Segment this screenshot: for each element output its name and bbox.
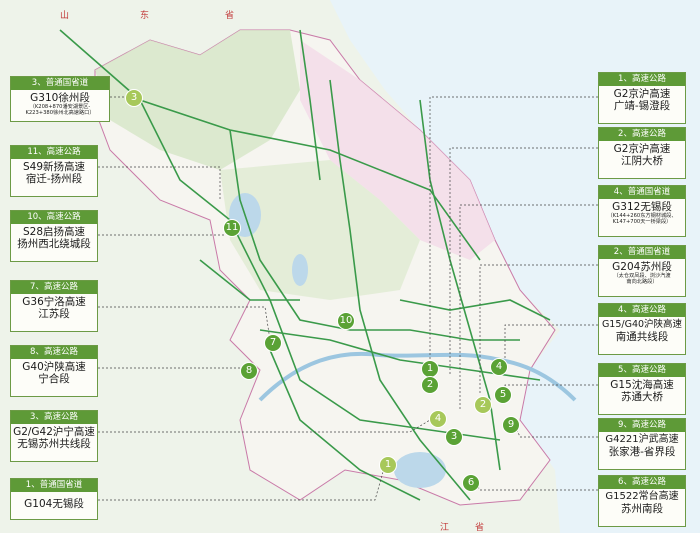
card-g2-jiangyin[interactable]: 2、高速公路 G2京沪高速 江阴大桥 — [598, 127, 686, 179]
card-subtitle: 张家港-省界段 — [608, 446, 676, 458]
card-subtitle: 扬州西北绕城段 — [17, 238, 91, 250]
card-title: G4221沪武高速 — [605, 434, 679, 445]
card-title: G1522常台高速 — [605, 491, 679, 502]
geo-label-sheng-north: 省 — [225, 11, 235, 21]
lake-gaoyou — [292, 254, 308, 286]
marker-4-road[interactable]: 4 — [429, 410, 447, 428]
card-g104[interactable]: 1、普通国省道 G104无锡段 — [10, 478, 98, 520]
card-title: G312无锡段 — [612, 201, 672, 213]
card-g4221[interactable]: 9、高速公路 G4221沪武高速 张家港-省界段 — [598, 418, 686, 470]
card-header: 1、普通国省道 — [11, 479, 97, 492]
card-subtitle: 无锡苏州共线段 — [17, 438, 91, 450]
card-subtitle: 广靖-锡澄段 — [613, 100, 671, 112]
card-header: 8、高速公路 — [11, 346, 97, 359]
card-header: 11、高速公路 — [11, 146, 97, 159]
marker-3-highway[interactable]: 3 — [445, 428, 463, 446]
card-note: 南向北路段） — [626, 279, 658, 285]
card-header: 3、高速公路 — [11, 411, 97, 424]
card-g36[interactable]: 7、高速公路 G36宁洛高速 江苏段 — [10, 280, 98, 332]
card-header: 7、高速公路 — [11, 281, 97, 294]
geo-label-jiang: 江 — [440, 523, 450, 533]
card-header: 2、普通国省道 — [599, 246, 685, 259]
geo-label-shan: 山 — [60, 11, 70, 21]
card-subtitle: 江苏段 — [38, 308, 70, 320]
card-header: 10、高速公路 — [11, 211, 97, 224]
marker-2-road[interactable]: 2 — [474, 396, 492, 414]
card-subtitle: 苏州南段 — [621, 503, 663, 515]
card-note: K223+380徐州北高速路口） — [25, 110, 95, 116]
marker-8[interactable]: 8 — [240, 362, 258, 380]
card-title: G2/G42沪宁高速 — [13, 426, 95, 438]
card-g40-ninghe[interactable]: 8、高速公路 G40沪陕高速 宁合段 — [10, 345, 98, 397]
marker-11[interactable]: 11 — [223, 219, 241, 237]
card-title: G15沈海高速 — [610, 379, 674, 391]
card-g1522[interactable]: 6、高速公路 G1522常台高速 苏州南段 — [598, 475, 686, 527]
marker-5-highway[interactable]: 5 — [494, 386, 512, 404]
geo-label-dong: 东 — [140, 11, 150, 21]
card-g15-sutong[interactable]: 5、高速公路 G15沈海高速 苏通大桥 — [598, 363, 686, 415]
card-header: 2、高速公路 — [599, 128, 685, 141]
card-subtitle: 江阴大桥 — [621, 155, 663, 167]
marker-6-highway[interactable]: 6 — [462, 474, 480, 492]
card-g15-g40[interactable]: 4、高速公路 G15/G40沪陕高速 南通共线段 — [598, 303, 686, 355]
card-header: 9、高速公路 — [599, 419, 685, 432]
card-g310-xuzhou[interactable]: 3、普通国省道 G310徐州段 （K208+870潘安湖景区- K223+380… — [10, 76, 110, 122]
marker-2-highway[interactable]: 2 — [421, 376, 439, 394]
card-g2-guangjing[interactable]: 1、高速公路 G2京沪高速 广靖-锡澄段 — [598, 72, 686, 124]
card-header: 3、普通国省道 — [11, 77, 109, 90]
marker-4-highway[interactable]: 4 — [490, 358, 508, 376]
card-s28[interactable]: 10、高速公路 S28启扬高速 扬州西北绕城段 — [10, 210, 98, 262]
card-title: G15/G40沪陕高速 — [601, 319, 683, 330]
card-g312[interactable]: 4、普通国省道 G312无锡段 （K144+260东方钢材城段、 K147+70… — [598, 185, 686, 237]
card-title: G204苏州段 — [612, 261, 672, 273]
card-subtitle: 宿迁-扬州段 — [25, 173, 83, 185]
card-subtitle: 南通共线段 — [615, 331, 669, 343]
card-note: K147+700天一桥梁段） — [612, 219, 672, 225]
card-subtitle: 宁合段 — [38, 373, 70, 385]
card-title: G2京沪高速 — [613, 88, 671, 100]
card-header: 5、高速公路 — [599, 364, 685, 377]
marker-9-highway[interactable]: 9 — [502, 416, 520, 434]
card-s49[interactable]: 11、高速公路 S49新扬高速 宿迁-扬州段 — [10, 145, 98, 197]
card-g2-g42[interactable]: 3、高速公路 G2/G42沪宁高速 无锡苏州共线段 — [10, 410, 98, 462]
card-header: 4、高速公路 — [599, 304, 685, 317]
marker-10[interactable]: 10 — [337, 312, 355, 330]
card-title: S49新扬高速 — [22, 161, 86, 173]
marker-7[interactable]: 7 — [264, 334, 282, 352]
card-title: G104无锡段 — [24, 498, 84, 510]
card-title: G36宁洛高速 — [22, 296, 86, 308]
marker-3-xuzhou[interactable]: 3 — [125, 89, 143, 107]
card-header: 6、高速公路 — [599, 476, 685, 489]
geo-label-sheng-south: 省 — [475, 523, 485, 533]
card-title: G310徐州段 — [30, 92, 90, 104]
marker-1-road[interactable]: 1 — [379, 456, 397, 474]
lake-tai — [394, 452, 446, 488]
card-title: G2京沪高速 — [613, 143, 671, 155]
card-g204[interactable]: 2、普通国省道 G204苏州段 （太仓双凤段、浏沙汽渡 南向北路段） — [598, 245, 686, 297]
card-title: S28启扬高速 — [22, 226, 86, 238]
card-header: 4、普通国省道 — [599, 186, 685, 199]
card-header: 1、高速公路 — [599, 73, 685, 86]
card-subtitle: 苏通大桥 — [621, 391, 663, 403]
card-title: G40沪陕高速 — [22, 361, 86, 373]
